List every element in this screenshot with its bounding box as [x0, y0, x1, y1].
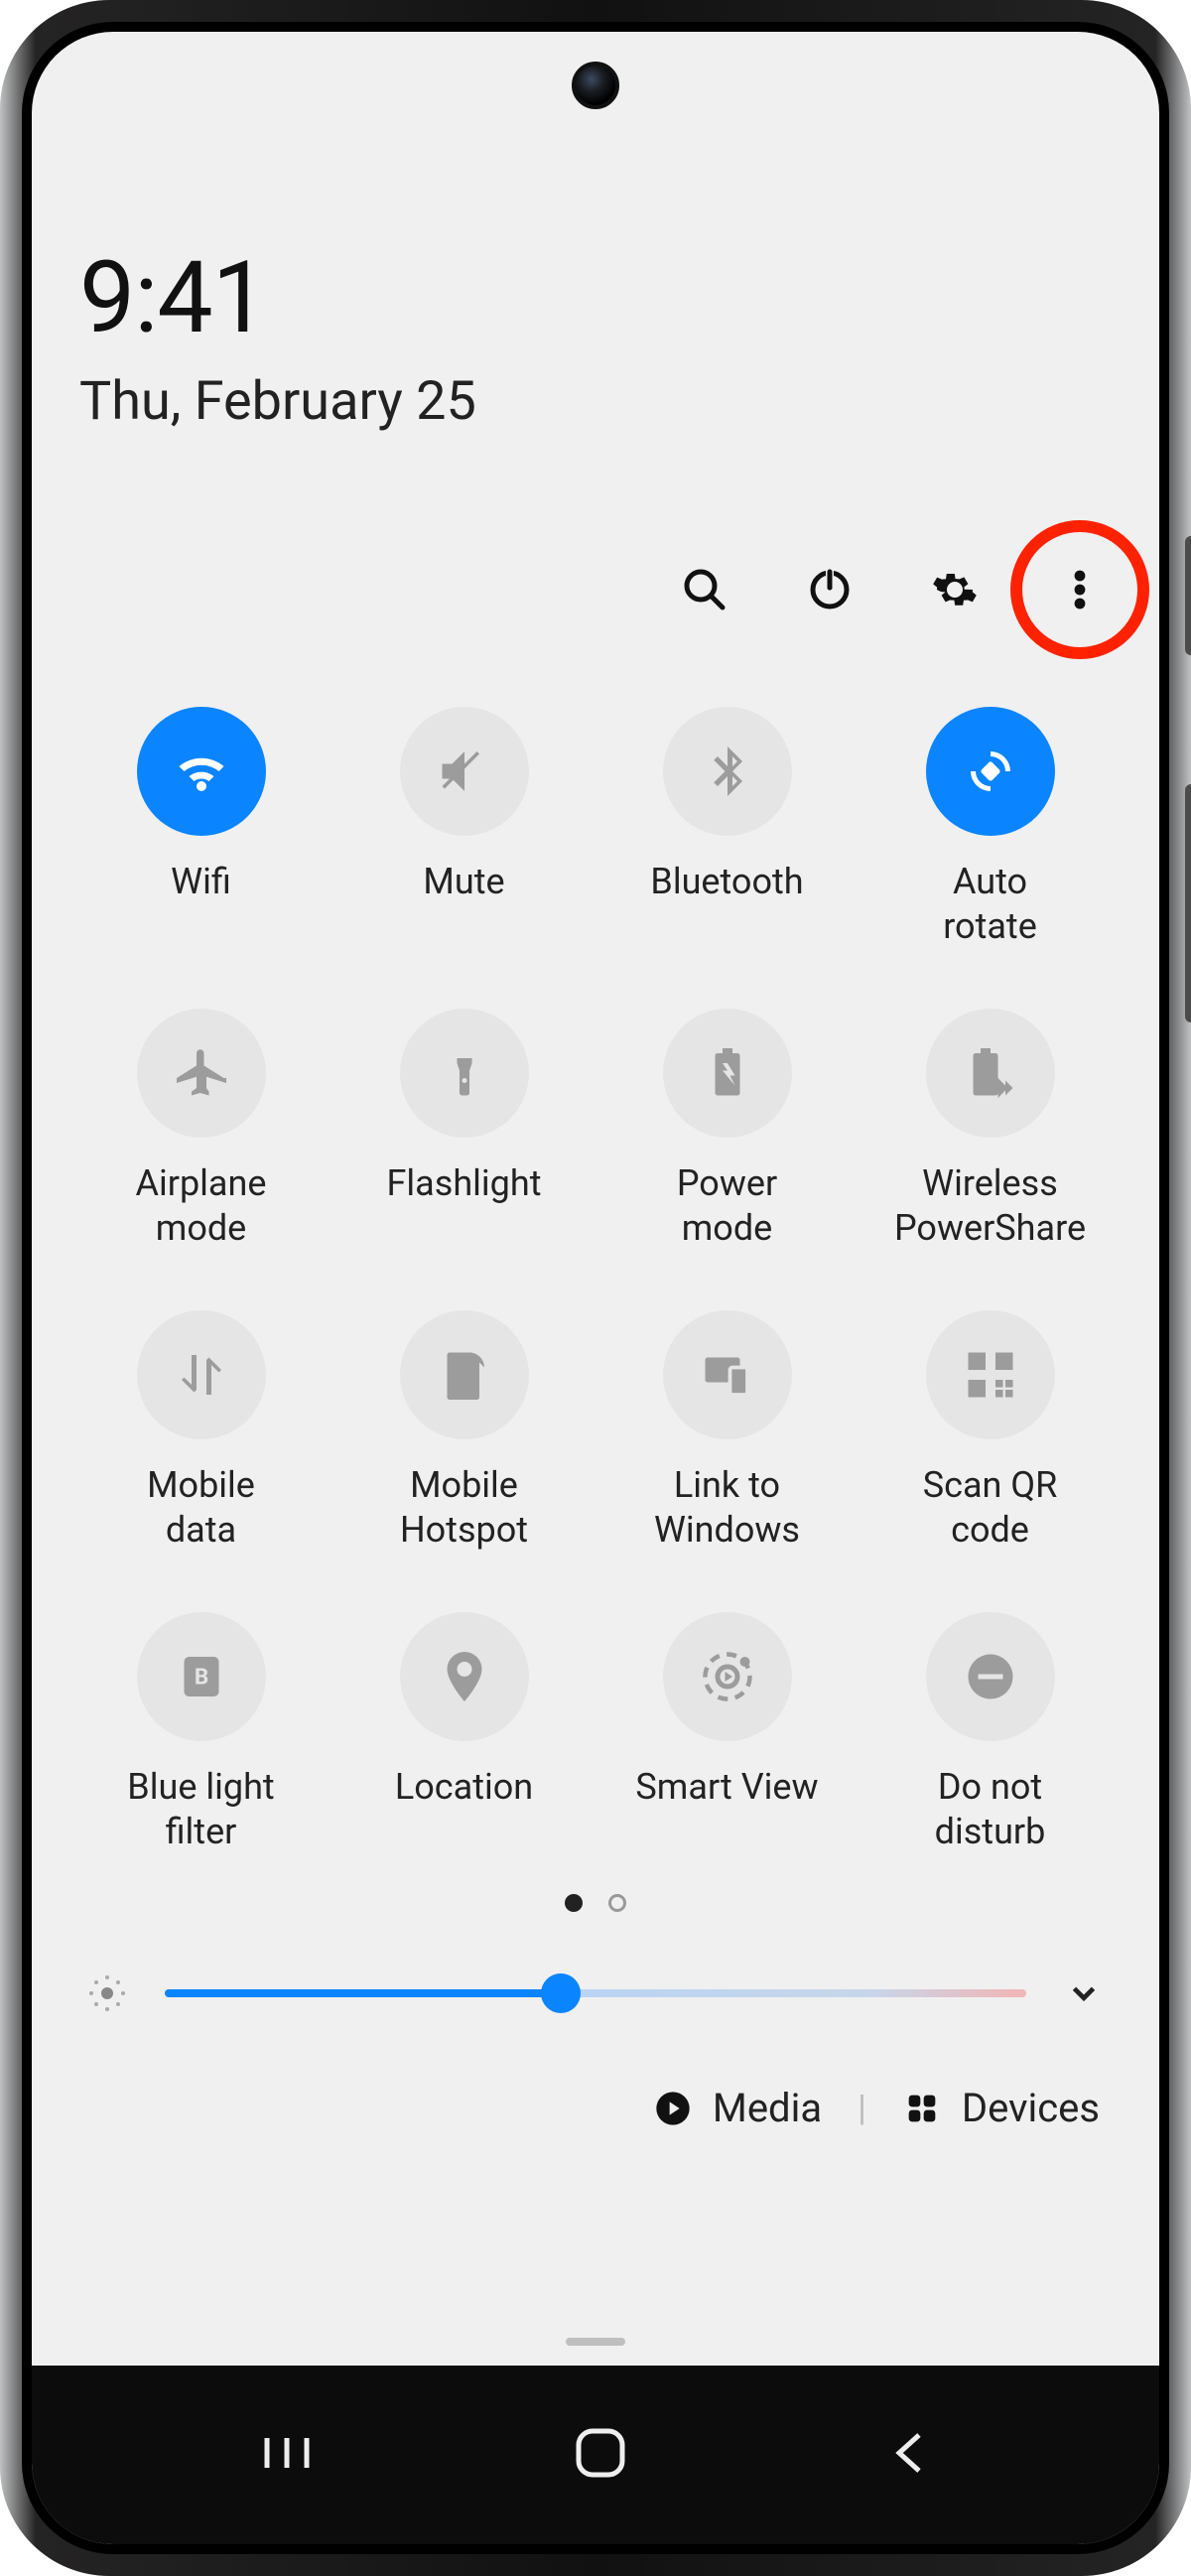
- tile-powershare[interactable]: Wireless PowerShare: [868, 1009, 1112, 1251]
- bluetooth-icon: [698, 742, 757, 801]
- tile-power-mode[interactable]: Power mode: [605, 1009, 849, 1251]
- tile-blue-light[interactable]: B Blue light filter: [79, 1612, 323, 1854]
- nav-home-button[interactable]: [569, 2421, 632, 2489]
- more-vertical-icon: [1056, 566, 1104, 613]
- tile-label: Scan QR code: [923, 1463, 1058, 1553]
- search-button[interactable]: [677, 562, 732, 617]
- device-frame: 9:41 Thu, February 25: [0, 0, 1191, 2576]
- chevron-down-icon: [1065, 1974, 1103, 2012]
- tile-label: Bluetooth: [650, 860, 803, 949]
- recents-icon: [257, 2428, 317, 2478]
- tile-label: Wifi: [171, 860, 231, 949]
- tile-airplane[interactable]: Airplane mode: [79, 1009, 323, 1251]
- clock-date: Thu, February 25: [79, 370, 1112, 433]
- footer-row: Media | Devices: [79, 2085, 1112, 2131]
- pager-dot-0: [565, 1894, 583, 1912]
- tile-label: Mute: [423, 860, 504, 949]
- tile-hotspot[interactable]: Mobile Hotspot: [342, 1310, 586, 1553]
- nav-recents-button[interactable]: [257, 2428, 317, 2482]
- clock-time: 9:41: [79, 240, 1112, 356]
- tile-label: Airplane mode: [136, 1161, 267, 1251]
- tile-mute[interactable]: Mute: [342, 707, 586, 949]
- devices-label: Devices: [962, 2085, 1100, 2131]
- grid-apps-icon: [902, 2089, 942, 2128]
- power-button[interactable]: [802, 562, 858, 617]
- tile-location[interactable]: Location: [342, 1612, 586, 1854]
- brightness-sun-icon: [85, 1971, 129, 2015]
- tile-label: Flashlight: [387, 1161, 542, 1251]
- media-button[interactable]: Media: [653, 2085, 822, 2131]
- link-windows-icon: [698, 1345, 757, 1405]
- tile-auto-rotate[interactable]: Auto rotate: [868, 707, 1112, 949]
- tile-scan-qr[interactable]: Scan QR code: [868, 1310, 1112, 1553]
- devices-button[interactable]: Devices: [902, 2085, 1100, 2131]
- play-circle-icon: [653, 2089, 693, 2128]
- brightness-expand-button[interactable]: [1062, 1971, 1106, 2015]
- battery-recycle-icon: [698, 1043, 757, 1103]
- tile-label: Link to Windows: [654, 1463, 800, 1553]
- home-icon: [569, 2421, 632, 2485]
- tile-label: Location: [395, 1765, 533, 1854]
- tile-bluetooth[interactable]: Bluetooth: [605, 707, 849, 949]
- screen: 9:41 Thu, February 25: [32, 32, 1159, 2544]
- quick-settings-panel: 9:41 Thu, February 25: [32, 32, 1159, 2366]
- tile-label: Power mode: [677, 1161, 777, 1251]
- tile-mobile-data[interactable]: Mobile data: [79, 1310, 323, 1553]
- location-pin-icon: [435, 1647, 494, 1706]
- pager-dots[interactable]: [79, 1894, 1112, 1912]
- tile-label: Smart View: [635, 1765, 818, 1854]
- tile-label: Auto rotate: [943, 860, 1037, 949]
- airplane-icon: [172, 1043, 231, 1103]
- tile-flashlight[interactable]: Flashlight: [342, 1009, 586, 1251]
- auto-rotate-icon: [961, 742, 1020, 801]
- tile-label: Do not disturb: [935, 1765, 1046, 1854]
- tile-label: Mobile Hotspot: [400, 1463, 528, 1553]
- panel-drag-handle[interactable]: [566, 2338, 625, 2346]
- tile-label: Blue light filter: [127, 1765, 274, 1854]
- dnd-icon: [961, 1647, 1020, 1706]
- tile-smart-view[interactable]: Smart View: [605, 1612, 849, 1854]
- brightness-row: [79, 1971, 1112, 2015]
- gear-icon: [931, 566, 979, 613]
- punch-hole-camera: [572, 62, 619, 109]
- system-nav-bar: [32, 2366, 1159, 2544]
- tile-label: Mobile data: [147, 1463, 255, 1553]
- blue-light-icon: B: [172, 1647, 231, 1706]
- hw-button-right-2: [1185, 784, 1191, 1022]
- nav-back-button[interactable]: [884, 2423, 934, 2487]
- pager-dot-1: [608, 1894, 626, 1912]
- top-action-row: [79, 562, 1112, 617]
- flashlight-icon: [435, 1043, 494, 1103]
- hw-button-right-1: [1185, 536, 1191, 655]
- back-icon: [884, 2423, 934, 2483]
- brightness-track: [165, 1989, 1026, 1997]
- hotspot-icon: [435, 1345, 494, 1405]
- mute-icon: [435, 742, 494, 801]
- tile-link-windows[interactable]: Link to Windows: [605, 1310, 849, 1553]
- smart-view-icon: [698, 1647, 757, 1706]
- tile-label: Wireless PowerShare: [894, 1161, 1086, 1251]
- brightness-slider[interactable]: [165, 1988, 1026, 1998]
- tile-dnd[interactable]: Do not disturb: [868, 1612, 1112, 1854]
- media-label: Media: [713, 2085, 822, 2131]
- qr-icon: [961, 1345, 1020, 1405]
- power-icon: [806, 566, 854, 613]
- tile-wifi[interactable]: Wifi: [79, 707, 323, 949]
- footer-separator: |: [858, 2088, 866, 2129]
- device-frame-inner: 9:41 Thu, February 25: [22, 22, 1169, 2554]
- data-arrows-icon: [172, 1345, 231, 1405]
- battery-share-icon: [961, 1043, 1020, 1103]
- settings-button[interactable]: [927, 562, 983, 617]
- quick-settings-grid: Wifi Mute Bluetooth Auto rotate: [79, 707, 1112, 1854]
- search-icon: [681, 566, 728, 613]
- more-button[interactable]: [1052, 562, 1108, 617]
- brightness-thumb[interactable]: [541, 1973, 581, 2013]
- wifi-icon: [172, 742, 231, 801]
- svg-text:B: B: [194, 1665, 207, 1691]
